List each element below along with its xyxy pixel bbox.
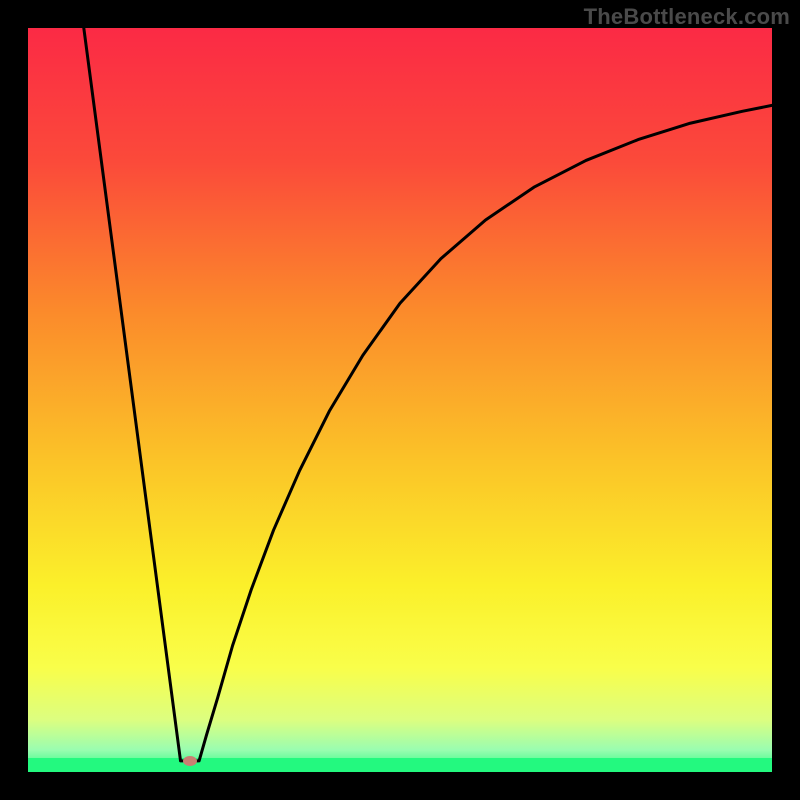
bottleneck-curve [28, 28, 772, 772]
curve-path [84, 28, 772, 761]
watermark-text: TheBottleneck.com [584, 4, 790, 30]
optimum-marker [183, 756, 197, 766]
plot-area [28, 28, 772, 772]
